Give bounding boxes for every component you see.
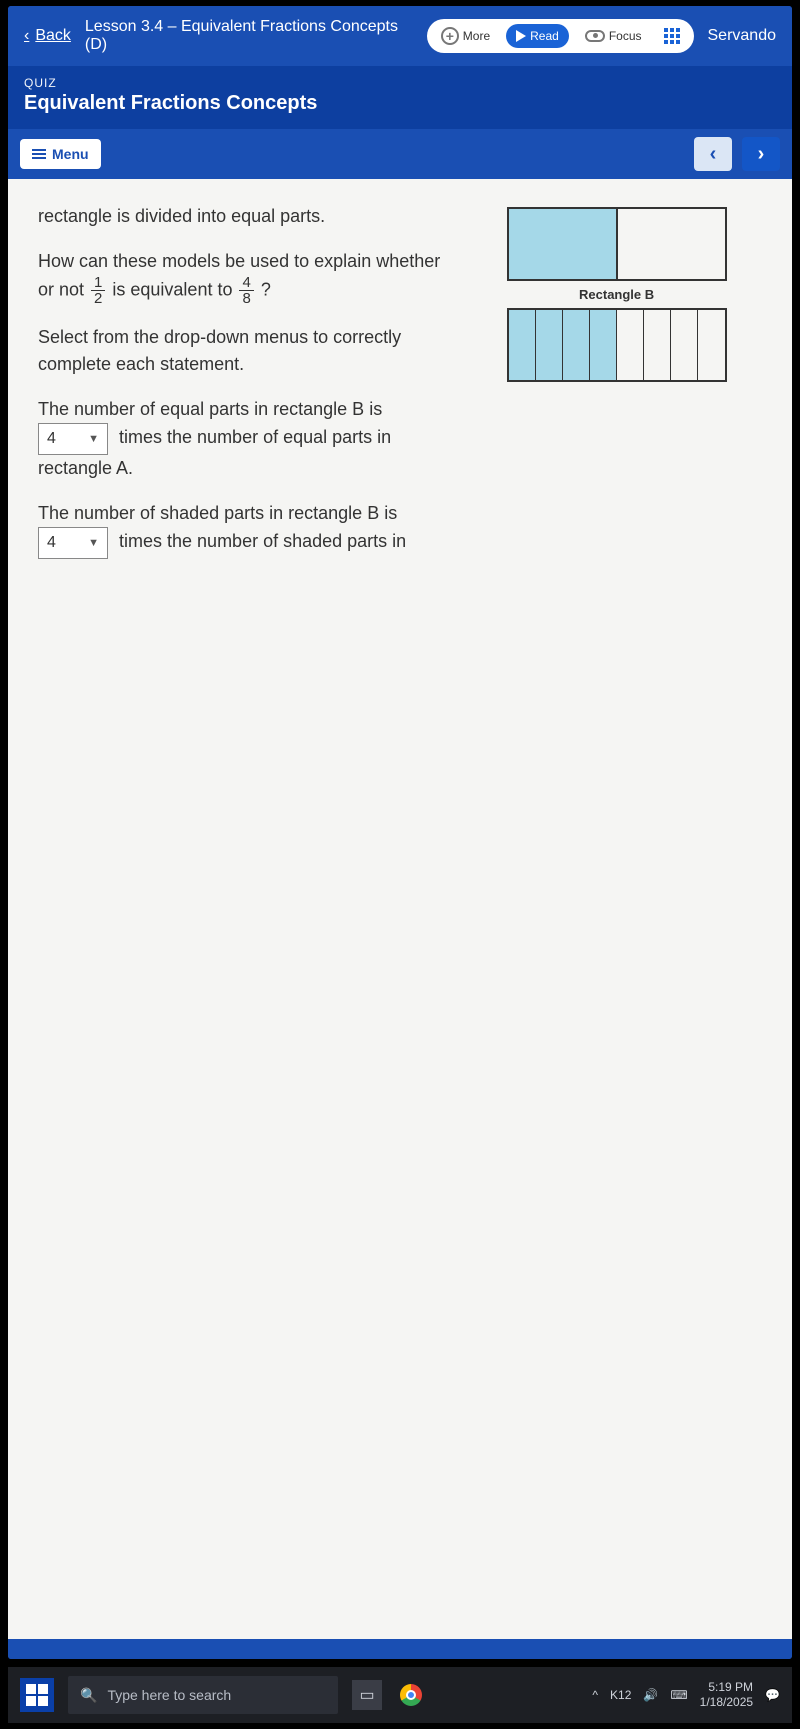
rect-b-part bbox=[698, 310, 724, 380]
more-button[interactable]: + More bbox=[435, 23, 496, 49]
grid-icon bbox=[664, 28, 680, 44]
read-button[interactable]: Read bbox=[506, 24, 569, 48]
chevron-left-icon: ‹ bbox=[24, 27, 29, 45]
eye-icon bbox=[585, 30, 605, 42]
tray-time: 5:19 PM bbox=[700, 1680, 753, 1695]
menu-label: Menu bbox=[52, 146, 89, 162]
tray-clock[interactable]: 5:19 PM 1/18/2025 bbox=[700, 1680, 753, 1710]
app-window: ‹ Back Lesson 3.4 – Equivalent Fractions… bbox=[8, 6, 792, 1659]
dropdown-2-value: 4 bbox=[47, 531, 80, 555]
dropdown-1[interactable]: 4 ▼ bbox=[38, 423, 108, 455]
nav-arrows: ‹ › bbox=[694, 137, 780, 171]
search-placeholder: Type here to search bbox=[107, 1687, 231, 1703]
chrome-icon bbox=[400, 1684, 422, 1706]
system-tray[interactable]: ^ K12 🔊 ⌨ 5:19 PM 1/18/2025 💬 bbox=[592, 1680, 780, 1710]
play-icon bbox=[516, 30, 526, 42]
next-button[interactable]: › bbox=[742, 137, 780, 171]
quiz-label: QUIZ bbox=[24, 76, 776, 90]
top-bar: ‹ Back Lesson 3.4 – Equivalent Fractions… bbox=[8, 6, 792, 66]
prev-button[interactable]: ‹ bbox=[694, 137, 732, 171]
rect-b-part bbox=[671, 310, 698, 380]
diagram-column: Rectangle B bbox=[471, 203, 762, 1619]
plus-icon: + bbox=[441, 27, 459, 45]
rect-b-part bbox=[644, 310, 671, 380]
footer-bar bbox=[8, 1639, 792, 1659]
fraction-4-8: 48 bbox=[239, 275, 253, 306]
taskbar-app-1[interactable]: ▭ bbox=[352, 1680, 382, 1710]
rect-a-part-shaded bbox=[509, 209, 618, 279]
tray-chevron-up-icon[interactable]: ^ bbox=[592, 1688, 598, 1702]
read-label: Read bbox=[530, 29, 559, 43]
rect-b-part-shaded bbox=[563, 310, 590, 380]
quiz-header: QUIZ Equivalent Fractions Concepts bbox=[8, 66, 792, 129]
instruction-text: Select from the drop-down menus to corre… bbox=[38, 324, 445, 378]
fraction-1-2: 12 bbox=[91, 275, 105, 306]
back-label: Back bbox=[35, 27, 71, 45]
quiz-title: Equivalent Fractions Concepts bbox=[24, 92, 776, 115]
question-column: rectangle is divided into equal parts. H… bbox=[38, 203, 445, 1619]
apps-button[interactable] bbox=[658, 24, 686, 48]
menu-button[interactable]: Menu bbox=[20, 139, 101, 169]
focus-label: Focus bbox=[609, 29, 642, 43]
taskbar-chrome[interactable] bbox=[396, 1680, 426, 1710]
hamburger-icon bbox=[32, 149, 46, 159]
chevron-down-icon: ▼ bbox=[88, 431, 99, 448]
rectangle-a bbox=[507, 207, 727, 281]
rect-a-part bbox=[618, 209, 725, 279]
tray-network-label[interactable]: K12 bbox=[610, 1688, 631, 1702]
search-icon: 🔍 bbox=[80, 1687, 97, 1704]
rect-b-part-shaded bbox=[509, 310, 536, 380]
statement-1: The number of equal parts in rectangle B… bbox=[38, 396, 445, 482]
more-label: More bbox=[463, 29, 490, 43]
tray-date: 1/18/2025 bbox=[700, 1695, 753, 1710]
toolbar-pill: + More Read Focus bbox=[427, 19, 694, 53]
content-area: rectangle is divided into equal parts. H… bbox=[8, 179, 792, 1639]
windows-taskbar: 🔍 Type here to search ▭ ^ K12 🔊 ⌨ 5:19 P… bbox=[8, 1667, 792, 1723]
windows-start-button[interactable] bbox=[20, 1678, 54, 1712]
back-link[interactable]: ‹ Back bbox=[24, 27, 71, 45]
question-line-2: How can these models be used to explain … bbox=[38, 248, 445, 306]
rect-b-part bbox=[617, 310, 644, 380]
menu-row: Menu ‹ › bbox=[8, 129, 792, 179]
focus-button[interactable]: Focus bbox=[579, 25, 648, 47]
rect-b-part-shaded bbox=[590, 310, 617, 380]
lesson-title: Lesson 3.4 – Equivalent Fractions Concep… bbox=[85, 18, 413, 54]
tray-sound-icon[interactable]: 🔊 bbox=[643, 1688, 658, 1702]
tray-notifications-icon[interactable]: 💬 bbox=[765, 1688, 780, 1702]
chevron-down-icon: ▼ bbox=[88, 535, 99, 552]
user-name: Servando bbox=[708, 27, 777, 45]
tray-keyboard-icon[interactable]: ⌨ bbox=[670, 1688, 687, 1702]
rectangle-b-label: Rectangle B bbox=[471, 287, 762, 302]
statement-2: The number of shaded parts in rectangle … bbox=[38, 500, 445, 559]
rect-b-part-shaded bbox=[536, 310, 563, 380]
rectangle-b bbox=[507, 308, 727, 382]
dropdown-1-value: 4 bbox=[47, 427, 80, 451]
dropdown-2[interactable]: 4 ▼ bbox=[38, 527, 108, 559]
question-line-1: rectangle is divided into equal parts. bbox=[38, 203, 445, 230]
taskbar-search[interactable]: 🔍 Type here to search bbox=[68, 1676, 338, 1714]
